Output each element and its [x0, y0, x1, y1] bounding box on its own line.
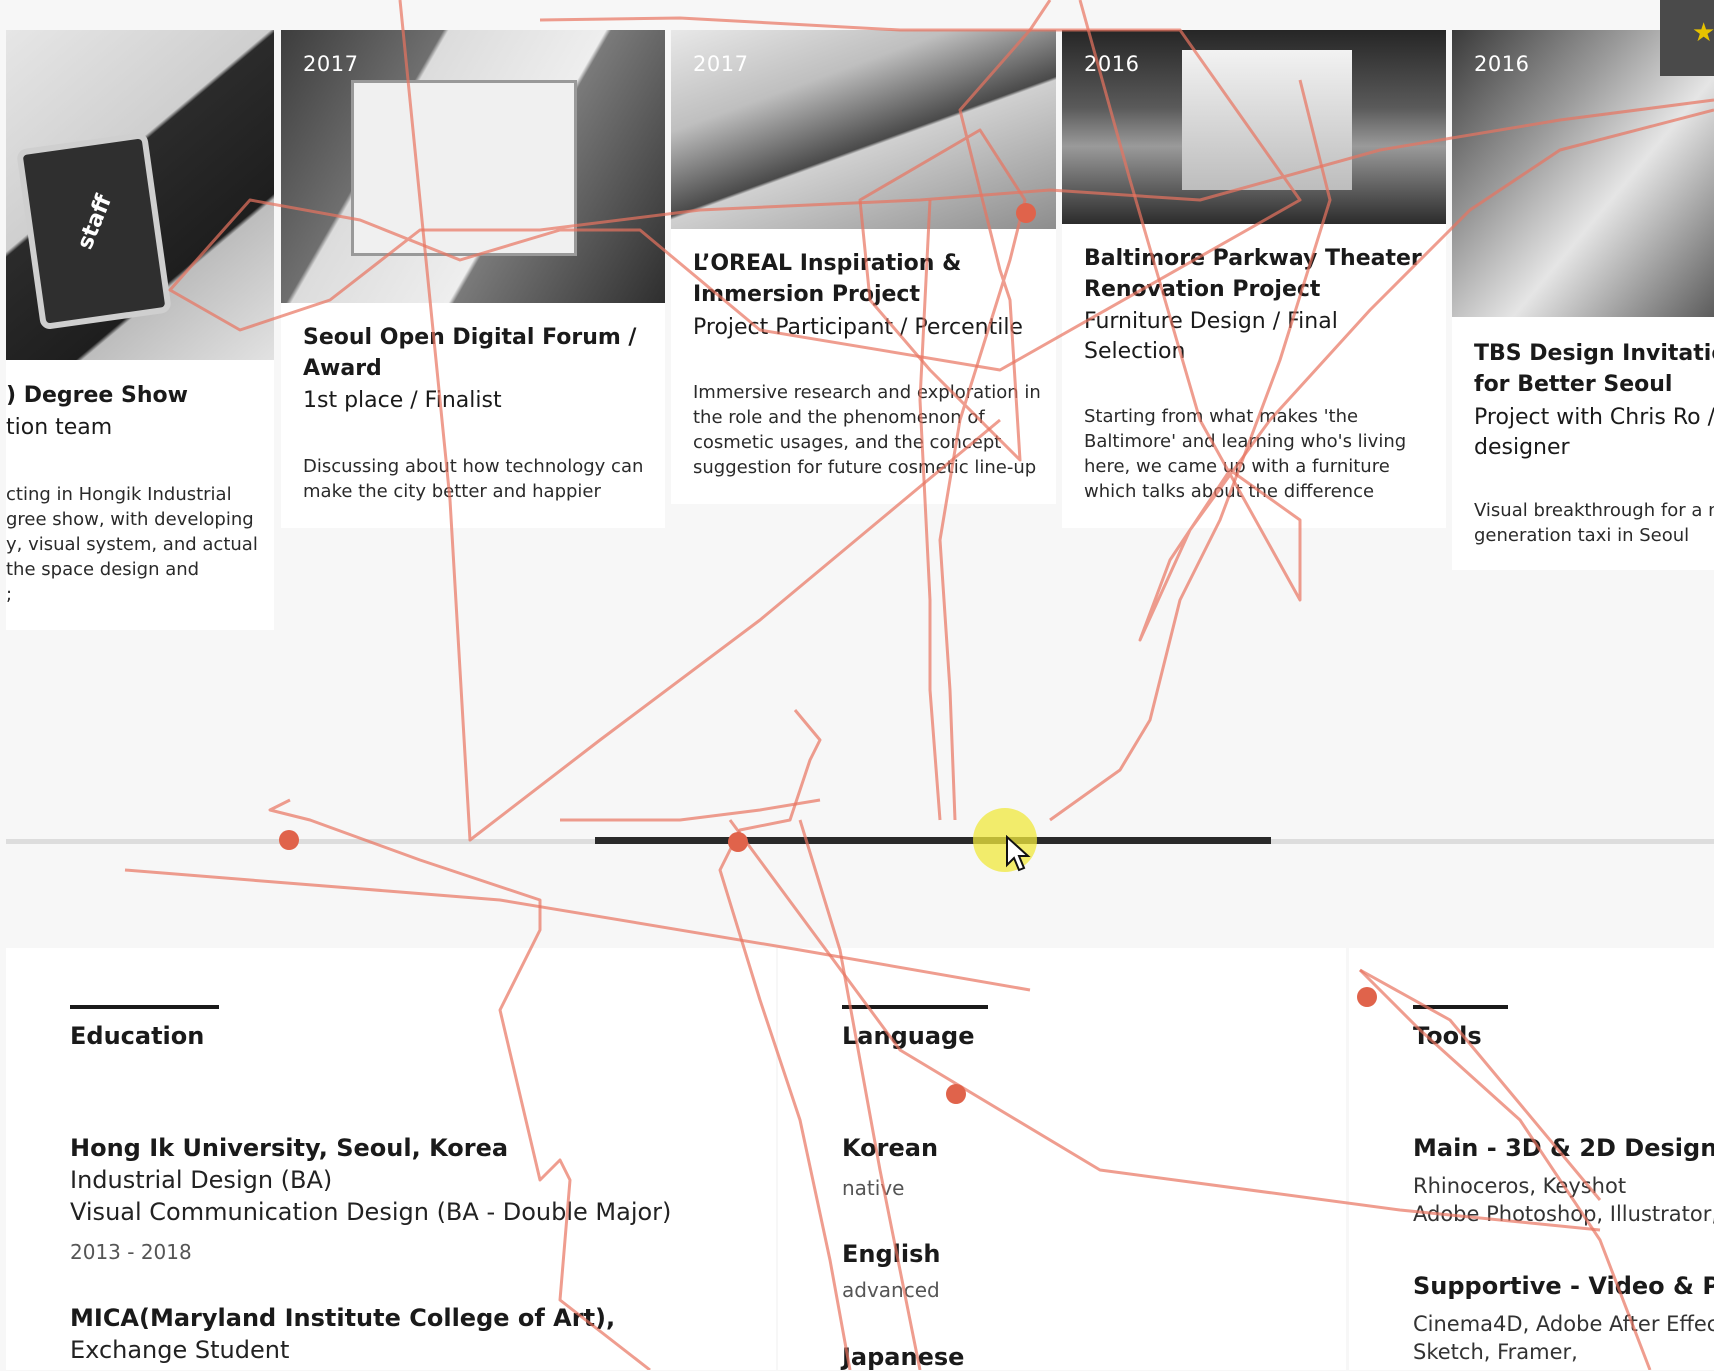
- mouse-trace-path: [728, 819, 1601, 1232]
- click-marker: [1016, 203, 1036, 223]
- mouse-trace-path: [918, 199, 942, 821]
- mouse-trace-path: [1049, 79, 1332, 822]
- click-marker: [1357, 987, 1377, 1007]
- mouse-trace-path: [168, 16, 1714, 372]
- mouse-trace-path: [798, 819, 922, 1370]
- mouse-trace-path: [398, 0, 1001, 842]
- mouse-trace-path: [124, 868, 1031, 992]
- mouse-trace-path: [1078, 0, 1714, 642]
- mouse-trace-path: [1358, 968, 1652, 1370]
- mouse-trace-path: [718, 709, 852, 1370]
- click-marker: [946, 1084, 966, 1104]
- mouse-trace-overlay: [124, 0, 1714, 1370]
- mouse-trace-path: [560, 798, 821, 822]
- click-marker: [728, 832, 748, 852]
- mouse-trace-path: [858, 0, 1052, 821]
- click-marker: [279, 830, 299, 850]
